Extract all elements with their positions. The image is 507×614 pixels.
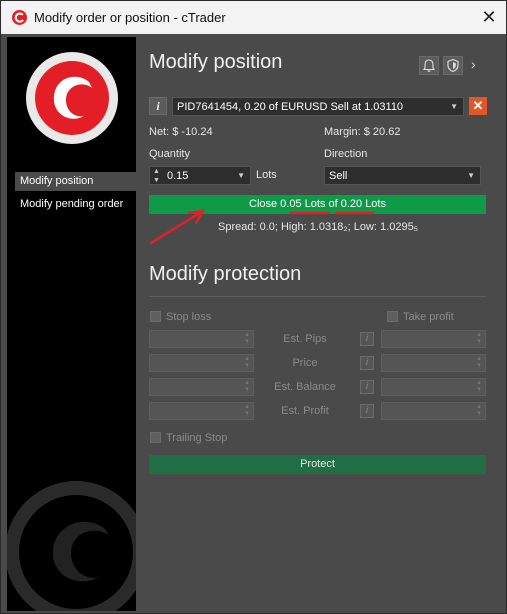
net-value: Net: $ -10.24	[149, 126, 213, 138]
protection-button[interactable]	[443, 56, 463, 75]
spinner-icon[interactable]: ▲ ▼	[153, 167, 160, 185]
annotation-overlay	[149, 209, 375, 245]
position-select-value: PID7641454, 0.20 of EURUSD Sell at 1.031…	[177, 101, 404, 113]
take-profit-profit-input[interactable]: ▲ ▼	[381, 402, 486, 420]
sidebar-item-modify-position[interactable]: Modify position	[15, 172, 136, 191]
ctrader-logo-icon	[12, 10, 27, 25]
info-icon[interactable]: i	[360, 404, 374, 418]
info-icon[interactable]: i	[360, 332, 374, 346]
trailing-stop-checkbox[interactable]	[150, 432, 161, 443]
stop-loss-label: Stop loss	[166, 311, 212, 323]
info-icon[interactable]: i	[149, 97, 167, 115]
quantity-unit: Lots	[256, 169, 277, 181]
take-profit-pips-input[interactable]: ▲ ▼	[381, 330, 486, 348]
stop-loss-price-input[interactable]: ▲ ▼	[149, 354, 254, 372]
modify-protection-heading: Modify protection	[149, 263, 302, 285]
dropdown-arrow-icon: ▼	[237, 171, 245, 180]
modify-dialog-window: Modify order or position - cTrader ✕ Mod…	[0, 0, 507, 614]
direction-label: Direction	[324, 148, 368, 160]
ctrader-watermark-icon	[7, 481, 136, 611]
divider	[149, 296, 486, 297]
position-select[interactable]: PID7641454, 0.20 of EURUSD Sell at 1.031…	[172, 97, 464, 116]
modify-position-heading: Modify position	[149, 51, 283, 73]
take-profit-price-input[interactable]: ▲ ▼	[381, 354, 486, 372]
trailing-stop-label: Trailing Stop	[166, 432, 228, 444]
title-bar: Modify order or position - cTrader ✕	[1, 1, 506, 34]
margin-value: Margin: $ 20.62	[324, 126, 401, 138]
dropdown-arrow-icon: ▼	[450, 102, 458, 111]
direction-value: Sell	[329, 170, 348, 182]
shield-icon	[447, 58, 459, 73]
quantity-value: 0.15	[167, 170, 189, 182]
take-profit-checkbox[interactable]	[387, 311, 398, 322]
take-profit-balance-input[interactable]: ▲ ▼	[381, 378, 486, 396]
quantity-stepper[interactable]: ▲ ▼ 0.15 ▼	[149, 166, 251, 185]
quantity-label: Quantity	[149, 148, 190, 160]
info-icon[interactable]: i	[360, 356, 374, 370]
bell-icon	[422, 59, 436, 72]
close-position-button[interactable]: ✕	[469, 97, 487, 115]
info-icon[interactable]: i	[360, 380, 374, 394]
sidebar: Modify position Modify pending order	[7, 37, 136, 611]
window-title: Modify order or position - cTrader	[34, 10, 226, 25]
est-profit-label: Est. Profit	[281, 405, 329, 417]
est-balance-label: Est. Balance	[274, 381, 336, 393]
take-profit-label: Take profit	[403, 311, 454, 323]
direction-select[interactable]: Sell ▼	[324, 166, 481, 185]
ctrader-logo-icon	[26, 52, 118, 144]
dropdown-arrow-icon: ▼	[467, 171, 475, 180]
stop-loss-checkbox[interactable]	[150, 311, 161, 322]
notification-button[interactable]	[419, 56, 439, 75]
price-label: Price	[292, 357, 318, 369]
stop-loss-balance-input[interactable]: ▲ ▼	[149, 378, 254, 396]
protect-button[interactable]: Protect	[149, 455, 486, 474]
close-icon[interactable]: ✕	[477, 5, 501, 29]
chevron-right-icon[interactable]: ›	[471, 56, 476, 72]
stop-loss-pips-input[interactable]: ▲ ▼	[149, 330, 254, 348]
est-pips-label: Est. Pips	[283, 333, 327, 345]
sidebar-item-modify-pending-order[interactable]: Modify pending order	[15, 195, 136, 214]
stop-loss-profit-input[interactable]: ▲ ▼	[149, 402, 254, 420]
